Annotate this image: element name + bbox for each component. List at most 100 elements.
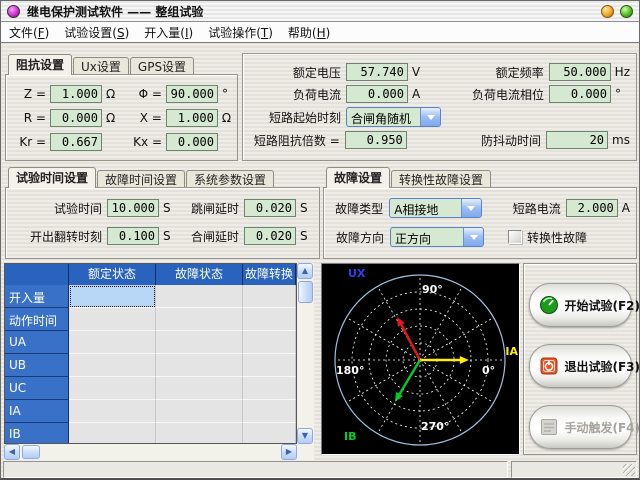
convertible-fault-label: 转换性故障 [527,229,587,246]
chevron-down-icon[interactable] [420,108,440,126]
tab-ux-settings[interactable]: Ux设置 [73,57,129,75]
source-panel: 额定电压 V 额定频率 Hz 负荷电流 A 负荷电流相位 ° 短路起始时刻 合闸… [242,53,637,161]
table-cell[interactable] [69,354,156,377]
phasor-label-90deg: 90° [422,283,443,296]
table-cell[interactable] [243,423,296,444]
table-row: UA [5,331,296,354]
action-button-panel: 开始试验(F2) 退出试验(F3) 手动触发(F4) [523,263,637,455]
menu-file[interactable]: 文件(F) [9,24,49,41]
kr-field[interactable] [50,133,102,151]
table-cell[interactable] [156,285,243,308]
table-cell[interactable] [69,423,156,444]
vertical-scroll-thumb[interactable] [298,281,313,303]
table-cell[interactable] [243,331,296,354]
scroll-left-icon[interactable]: ◀ [4,444,20,460]
z-label: Z = [14,87,46,101]
fault-panel: 故障设置 转换性故障设置 故障类型 A相接地 短路电流 A 故障方向 正方向 [323,166,637,259]
sc-current-field[interactable] [566,199,618,217]
x-field[interactable] [166,109,218,127]
load-current-field[interactable] [346,85,408,103]
table-cell[interactable] [243,377,296,400]
status-secondary [511,461,637,478]
table-cell[interactable] [243,308,296,331]
phasor-label-270deg: 270° [421,420,449,433]
table-cell[interactable] [69,400,156,423]
tab-fault-time[interactable]: 故障时间设置 [97,170,185,188]
phasor-label-ia: IA [505,345,518,358]
r-field[interactable] [50,109,102,127]
flip-time-label: 开出翻转时刻 [10,228,102,245]
start-test-button[interactable]: 开始试验(F2) [529,283,632,327]
header-rated-state[interactable]: 额定状态 [69,264,156,285]
table-cell[interactable] [69,377,156,400]
menu-test-operation[interactable]: 试验操作(T) [208,24,273,41]
scroll-down-icon[interactable]: ▼ [297,428,313,444]
load-phase-field[interactable] [549,85,611,103]
menu-test-settings[interactable]: 试验设置(S) [64,24,129,41]
tab-convertible-fault-settings[interactable]: 转换性故障设置 [391,170,491,188]
kx-field[interactable] [166,133,218,151]
fault-type-dropdown[interactable]: A相接地 [389,198,482,218]
scroll-right-icon[interactable]: ▶ [281,444,297,460]
horizontal-scroll-thumb[interactable] [22,445,40,459]
exit-icon [539,356,559,376]
table-cell[interactable] [69,331,156,354]
fault-type-label: 故障类型 [332,200,383,217]
row-label: UA [5,331,69,354]
kx-label: Kx = [126,135,162,149]
tab-fault-settings[interactable]: 故障设置 [326,167,390,188]
horizontal-scrollbar[interactable]: ◀ ▶ [4,444,297,460]
table-cell[interactable] [156,331,243,354]
table-cell-selected[interactable] [69,285,156,308]
title-bar[interactable]: 继电保护测试软件 —— 整组试验 [1,1,639,22]
table-cell[interactable] [156,423,243,444]
test-time-field[interactable] [107,199,159,217]
tab-impedance-settings[interactable]: 阻抗设置 [8,54,72,75]
table-cell[interactable] [156,308,243,331]
table-cell[interactable] [156,400,243,423]
table-row: UB [5,354,296,377]
table-cell[interactable] [243,400,296,423]
rated-frequency-field[interactable] [549,63,611,81]
sc-start-value: 合闸角随机 [347,108,420,126]
window-minimize-button[interactable] [601,5,614,18]
table-cell[interactable] [156,377,243,400]
phi-field[interactable] [166,85,218,103]
menu-help[interactable]: 帮助(H) [288,24,330,41]
convertible-fault-checkbox[interactable] [508,230,522,244]
rated-voltage-field[interactable] [346,63,408,81]
load-current-label: 负荷电流 [247,86,341,103]
sc-current-unit: A [618,201,630,215]
z-field[interactable] [50,85,102,103]
header-corner [5,264,69,285]
close-delay-field[interactable] [244,227,296,245]
fault-direction-dropdown[interactable]: 正方向 [390,227,484,247]
resize-grip[interactable] [623,464,635,476]
tab-system-params[interactable]: 系统参数设置 [186,170,274,188]
vertical-scrollbar[interactable]: ▲ ▼ [297,263,314,444]
r-label: R = [14,111,46,125]
exit-test-button[interactable]: 退出试验(F3) [529,344,632,388]
table-row: UC [5,377,296,400]
chevron-down-icon[interactable] [461,199,481,217]
phasor-label-0deg: 0° [482,364,495,377]
impedance-tabs: 阻抗设置 Ux设置 GPS设置 [5,53,238,74]
trip-delay-field[interactable] [244,199,296,217]
sc-multiple-field[interactable] [345,131,407,149]
table-cell[interactable] [69,308,156,331]
tab-gps-settings[interactable]: GPS设置 [130,57,194,75]
debounce-field[interactable] [546,131,608,149]
chevron-down-icon[interactable] [463,228,483,246]
scroll-up-icon[interactable]: ▲ [297,263,313,279]
header-fault-state[interactable]: 故障状态 [156,264,243,285]
table-cell[interactable] [156,354,243,377]
table-cell[interactable] [243,354,296,377]
header-fault-transfer[interactable]: 故障转换 [243,264,296,285]
sc-start-dropdown[interactable]: 合闸角随机 [346,107,441,127]
window-close-button[interactable] [620,5,633,18]
menu-binary-input[interactable]: 开入量(I) [144,24,193,41]
table-cell[interactable] [243,285,296,308]
rated-voltage-unit: V [408,65,432,79]
flip-time-field[interactable] [107,227,159,245]
tab-test-time[interactable]: 试验时间设置 [8,167,96,188]
